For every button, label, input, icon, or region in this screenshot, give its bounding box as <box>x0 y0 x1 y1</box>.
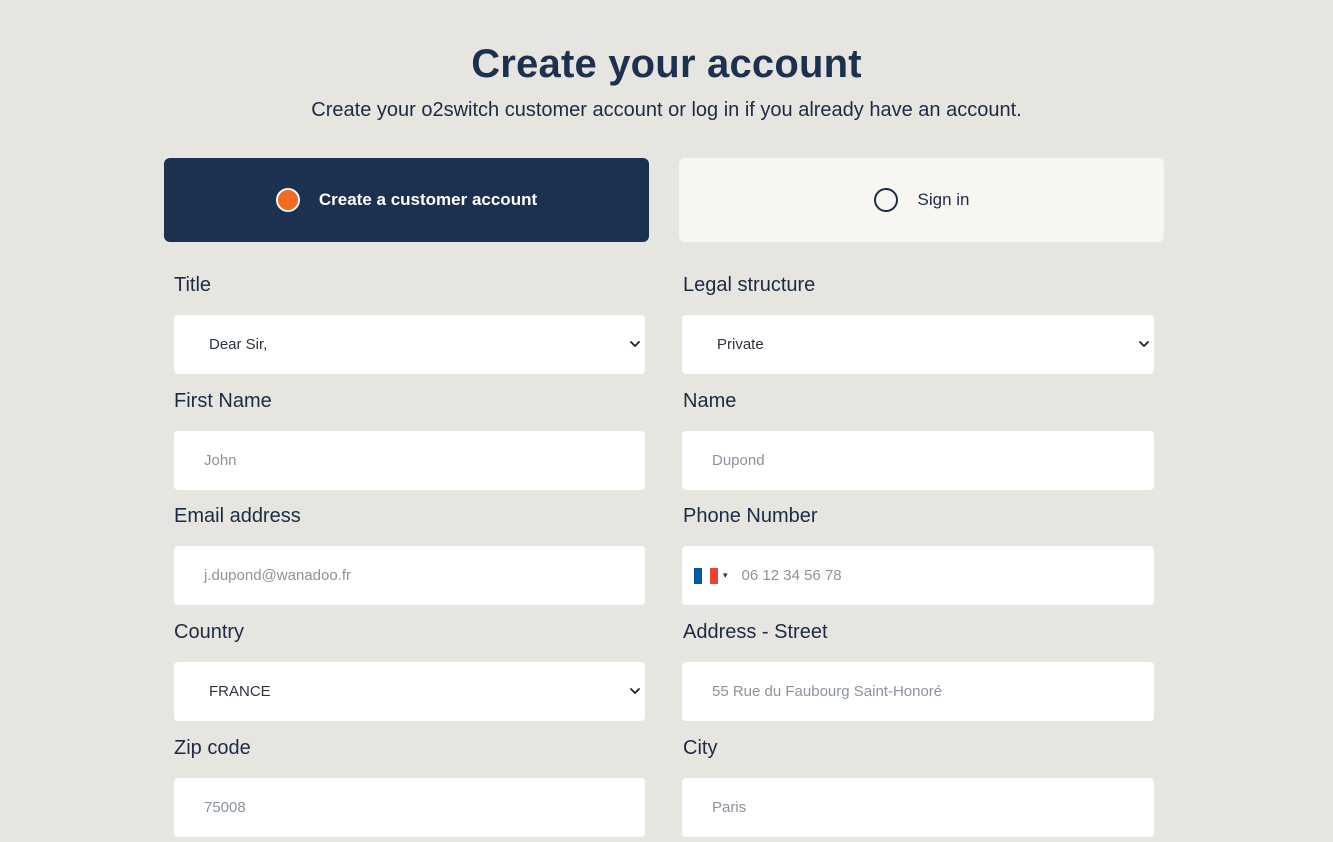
legal-structure-label: Legal structure <box>683 274 816 296</box>
zip-input[interactable]: 75008 <box>174 778 645 837</box>
city-input[interactable]: Paris <box>682 778 1154 837</box>
tab-sign-in-label: Sign in <box>917 190 970 209</box>
street-placeholder: 55 Rue du Faubourg Saint-Honoré <box>712 683 943 700</box>
email-placeholder: j.dupond@wanadoo.fr <box>204 567 351 584</box>
first-name-placeholder: John <box>204 452 237 469</box>
email-input[interactable]: j.dupond@wanadoo.fr <box>174 546 645 605</box>
first-name-label: First Name <box>174 390 272 412</box>
title-select[interactable]: Dear Sir, <box>174 315 645 374</box>
flag-france-icon <box>694 567 718 584</box>
radio-unselected-icon <box>873 188 898 212</box>
street-input[interactable]: 55 Rue du Faubourg Saint-Honoré <box>682 662 1154 721</box>
zip-label: Zip code <box>174 737 251 759</box>
name-label: Name <box>683 390 737 412</box>
phone-label: Phone Number <box>683 505 818 527</box>
country-select-value: FRANCE <box>209 683 271 700</box>
country-code-dropdown[interactable]: ▾ <box>682 567 728 584</box>
first-name-input[interactable]: John <box>174 431 645 490</box>
phone-placeholder: 06 12 34 56 78 <box>741 567 842 584</box>
tab-sign-in[interactable]: Sign in <box>679 158 1164 242</box>
page-subtitle: Create your o2switch customer account or… <box>311 99 1022 121</box>
city-placeholder: Paris <box>712 799 747 816</box>
tab-create-account[interactable]: Create a customer account <box>164 158 649 242</box>
chevron-down-icon <box>630 341 640 347</box>
country-label: Country <box>174 621 245 643</box>
name-input[interactable]: Dupond <box>682 431 1154 490</box>
phone-input[interactable]: ▾ 06 12 34 56 78 <box>682 546 1154 605</box>
create-account-page: Create your account Create your o2switch… <box>0 0 1333 842</box>
page-title: Create your account <box>471 42 862 86</box>
title-label: Title <box>174 274 212 296</box>
name-placeholder: Dupond <box>712 452 765 469</box>
legal-structure-value: Private <box>717 336 764 353</box>
chevron-down-icon <box>1139 341 1149 347</box>
city-label: City <box>683 737 718 759</box>
country-select[interactable]: FRANCE <box>174 662 645 721</box>
chevron-down-icon <box>630 688 640 694</box>
email-label: Email address <box>174 505 301 527</box>
tab-create-account-label: Create a customer account <box>318 190 538 209</box>
title-select-value: Dear Sir, <box>209 336 268 353</box>
street-label: Address - Street <box>683 621 828 643</box>
radio-selected-icon <box>275 188 300 212</box>
legal-structure-select[interactable]: Private <box>682 315 1154 374</box>
zip-placeholder: 75008 <box>204 799 246 816</box>
